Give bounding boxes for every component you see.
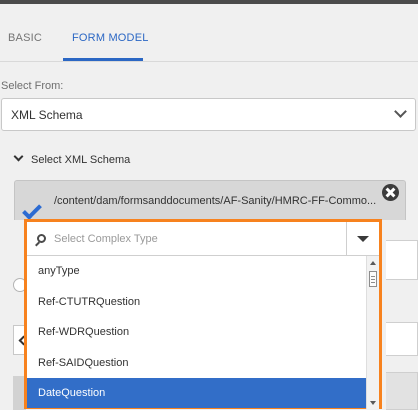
background-field-edge [386, 372, 418, 410]
list-item[interactable]: Ref-CTUTRQuestion [27, 287, 366, 318]
caret-down-icon [357, 236, 369, 242]
background-right-edge [386, 240, 418, 410]
dropdown-toggle-button[interactable] [346, 222, 379, 255]
list-item[interactable]: Ref-WDRQuestion [27, 317, 366, 348]
select-from-label: Select From: [1, 80, 64, 92]
tab-form-model[interactable]: FORM MODEL [72, 32, 149, 44]
scroll-up-icon[interactable] [370, 261, 376, 265]
scroll-down-icon[interactable] [370, 401, 376, 405]
search-icon [37, 234, 46, 243]
complex-type-dropdown: Select Complex Type anyType Ref-CTUTRQue… [24, 219, 382, 409]
complex-type-placeholder: Select Complex Type [54, 233, 158, 245]
active-tab-indicator [63, 58, 143, 61]
tab-bar: BASIC FORM MODEL [0, 4, 418, 62]
selected-schema-panel: /content/dam/formsanddocuments/AF-Sanity… [14, 180, 406, 220]
list-scrollbar[interactable] [366, 256, 379, 409]
select-from-value: XML Schema [11, 108, 83, 122]
complex-type-list: anyType Ref-CTUTRQuestion Ref-WDRQuestio… [27, 256, 366, 408]
chevron-down-icon [394, 105, 407, 118]
background-field-edge [386, 322, 418, 356]
list-item[interactable]: Ref-SAIDQuestion [27, 348, 366, 379]
scroll-thumb[interactable] [369, 271, 377, 287]
list-item-selected[interactable]: DateQuestion [27, 378, 366, 408]
tab-basic[interactable]: BASIC [8, 32, 42, 44]
schema-path: /content/dam/formsanddocuments/AF-Sanity… [54, 195, 377, 207]
xml-schema-section-title: Select XML Schema [31, 154, 131, 166]
checkmark-icon [22, 200, 42, 220]
close-icon[interactable] [382, 184, 399, 201]
background-field-edge [386, 240, 418, 280]
select-from-dropdown[interactable]: XML Schema [1, 98, 416, 131]
list-item[interactable]: anyType [27, 256, 366, 287]
chevron-down-icon [13, 151, 24, 162]
complex-type-combobox[interactable]: Select Complex Type [27, 222, 379, 256]
